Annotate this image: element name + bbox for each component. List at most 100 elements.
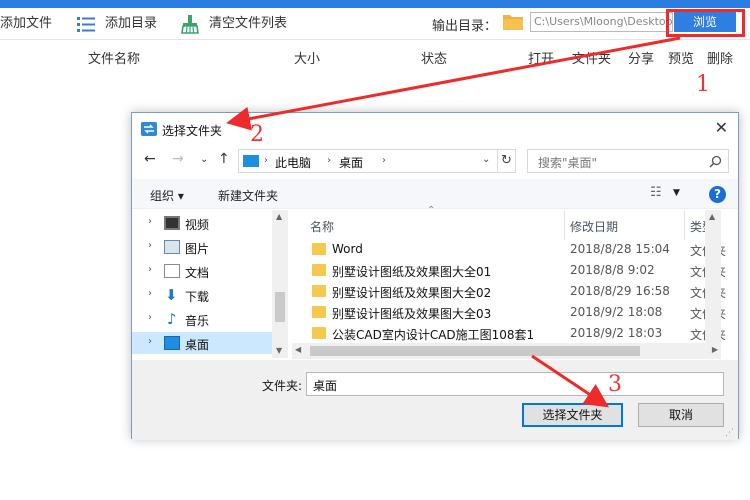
dialog-footer: 文件夹: 桌面 选择文件夹 取消 ⋰ bbox=[132, 360, 738, 440]
nav-item-music[interactable]: › ♪ 音乐 bbox=[132, 308, 272, 330]
address-bar[interactable]: › 此电脑 › 桌面 › ⌄ ↻ bbox=[238, 149, 516, 173]
close-icon[interactable]: ✕ bbox=[715, 119, 728, 137]
resize-grip-icon[interactable]: ⋰ bbox=[725, 428, 734, 438]
column-filename[interactable]: 文件名称 bbox=[88, 48, 140, 67]
file-date: 2018/8/28 15:04 bbox=[570, 242, 670, 256]
breadcrumb-desktop[interactable]: 桌面 bbox=[339, 154, 363, 171]
organize-button[interactable]: 组织 ▾ bbox=[150, 187, 184, 204]
list-item[interactable]: 公装CAD室内设计CAD施工图108套1 2018/9/2 18:03 文件夹 bbox=[292, 323, 726, 344]
scroll-thumb[interactable] bbox=[310, 346, 640, 356]
chevron-right-icon[interactable]: › bbox=[148, 288, 152, 299]
folder-icon bbox=[312, 264, 326, 276]
column-share[interactable]: 分享 bbox=[628, 48, 654, 67]
help-icon[interactable]: ? bbox=[709, 186, 726, 203]
nav-item-desktop[interactable]: › 桌面 bbox=[132, 332, 272, 354]
chevron-down-icon[interactable]: ⌄ bbox=[200, 154, 208, 165]
file-list-header: 文件名称 大小 状态 打开 文件夹 分享 预览 删除 bbox=[0, 41, 750, 71]
chevron-right-icon[interactable]: › bbox=[148, 264, 152, 275]
refresh-icon[interactable]: ↻ bbox=[501, 153, 512, 168]
nav-label: 图片 bbox=[185, 242, 210, 256]
column-open[interactable]: 打开 bbox=[528, 48, 554, 67]
folder-icon bbox=[312, 243, 326, 255]
folder-name-input[interactable]: 桌面 bbox=[306, 372, 724, 396]
list-item[interactable]: 别墅设计图纸及效果图大全02 2018/8/29 16:58 文件夹 bbox=[292, 281, 726, 302]
file-date: 2018/9/2 18:03 bbox=[570, 326, 663, 340]
select-folder-dialog: 选择文件夹 ✕ ← → ⌄ ↑ › 此电脑 › 桌面 › ⌄ ↻ 搜索"桌面" … bbox=[131, 112, 739, 440]
column-delete[interactable]: 删除 bbox=[707, 48, 733, 67]
forward-arrow-icon[interactable]: → bbox=[172, 151, 184, 167]
file-date: 2018/8/29 16:58 bbox=[570, 284, 670, 298]
chevron-right-icon[interactable]: › bbox=[148, 336, 152, 347]
select-folder-button[interactable]: 选择文件夹 bbox=[522, 403, 623, 427]
new-folder-button[interactable]: 新建文件夹 bbox=[218, 187, 278, 204]
nav-label: 文档 bbox=[185, 266, 210, 280]
chevron-right-icon[interactable]: › bbox=[148, 216, 152, 227]
search-placeholder: 搜索"桌面" bbox=[538, 156, 598, 170]
file-name: 公装CAD室内设计CAD施工图108套1 bbox=[332, 328, 535, 342]
list-vertical-scrollbar[interactable]: ▲ bbox=[705, 210, 721, 358]
download-folder-icon: ⬇ bbox=[165, 286, 178, 304]
list-item[interactable]: Word 2018/8/28 15:04 文件夹 bbox=[292, 239, 726, 260]
file-date: 2018/9/2 18:08 bbox=[570, 305, 663, 319]
column-status[interactable]: 状态 bbox=[421, 48, 447, 67]
nav-item-downloads[interactable]: › ⬇ 下载 bbox=[132, 284, 272, 306]
folder-icon bbox=[312, 327, 326, 339]
list-item[interactable]: 别墅设计图纸及效果图大全03 2018/9/2 18:08 文件夹 bbox=[292, 302, 726, 323]
folder-icon[interactable] bbox=[503, 13, 523, 30]
dialog-titlebar[interactable]: 选择文件夹 ✕ bbox=[132, 113, 738, 145]
broom-icon bbox=[181, 15, 199, 34]
scroll-down-icon[interactable]: ▼ bbox=[276, 346, 282, 355]
scroll-thumb[interactable] bbox=[275, 292, 285, 322]
nav-item-pictures[interactable]: › 图片 bbox=[132, 236, 272, 258]
list-icon bbox=[77, 17, 95, 32]
scroll-left-icon[interactable]: ◀ bbox=[295, 345, 301, 354]
header-name[interactable]: 名称 bbox=[310, 218, 334, 235]
list-item[interactable]: 别墅设计图纸及效果图大全01 2018/8/8 9:02 文件夹 bbox=[292, 260, 726, 281]
video-folder-icon bbox=[164, 216, 180, 230]
column-preview[interactable]: 预览 bbox=[668, 48, 694, 67]
chevron-right-icon[interactable]: › bbox=[148, 240, 152, 251]
breadcrumb-separator-icon: › bbox=[264, 155, 268, 166]
back-arrow-icon[interactable]: ← bbox=[144, 151, 156, 167]
scroll-right-icon[interactable]: ▶ bbox=[712, 345, 718, 354]
file-date: 2018/8/8 9:02 bbox=[570, 263, 655, 277]
search-input[interactable]: 搜索"桌面" bbox=[527, 149, 729, 173]
nav-label: 音乐 bbox=[185, 314, 210, 328]
address-row: ← → ⌄ ↑ › 此电脑 › 桌面 › ⌄ ↻ 搜索"桌面" bbox=[132, 147, 738, 175]
file-name: 别墅设计图纸及效果图大全03 bbox=[332, 307, 492, 321]
dialog-title: 选择文件夹 bbox=[162, 124, 223, 138]
top-accent-bar bbox=[0, 0, 750, 8]
output-dir-label: 输出目录： bbox=[432, 19, 498, 34]
breadcrumb-this-pc[interactable]: 此电脑 bbox=[275, 154, 311, 171]
file-name: Word bbox=[332, 242, 363, 256]
view-options-icon[interactable]: ☷ bbox=[650, 185, 662, 200]
header-date[interactable]: 修改日期 bbox=[570, 218, 618, 235]
add-directory-button[interactable]: 添加目录 bbox=[105, 15, 157, 33]
folder-label: 文件夹: bbox=[262, 379, 303, 393]
nav-scrollbar[interactable]: ▲ ▼ bbox=[272, 210, 288, 358]
chevron-right-icon[interactable]: › bbox=[148, 312, 152, 323]
column-size[interactable]: 大小 bbox=[294, 48, 320, 67]
chevron-down-icon[interactable]: ⌄ bbox=[482, 154, 490, 165]
list-horizontal-scrollbar[interactable]: ◀ ▶ bbox=[292, 343, 721, 359]
file-name: 别墅设计图纸及效果图大全01 bbox=[332, 265, 492, 279]
nav-item-documents[interactable]: › 文档 bbox=[132, 260, 272, 282]
up-arrow-icon[interactable]: ↑ bbox=[218, 151, 230, 167]
music-folder-icon: ♪ bbox=[167, 310, 177, 328]
nav-label: 桌面 bbox=[185, 338, 210, 352]
column-folder[interactable]: 文件夹 bbox=[572, 48, 611, 67]
scroll-up-icon[interactable]: ▲ bbox=[276, 212, 282, 221]
picture-folder-icon bbox=[164, 240, 180, 254]
nav-item-videos[interactable]: › 视频 bbox=[132, 212, 272, 234]
scroll-up-icon[interactable]: ▲ bbox=[709, 212, 715, 221]
navigation-pane: › 视频 › 图片 › 文档 › ⬇ 下载 › ♪ 音乐 › 桌面 bbox=[132, 210, 288, 358]
document-folder-icon bbox=[164, 264, 180, 278]
breadcrumb-separator-icon: › bbox=[382, 155, 386, 166]
folder-icon bbox=[312, 285, 326, 297]
clear-list-button[interactable]: 清空文件列表 bbox=[209, 15, 287, 33]
breadcrumb-separator-icon: › bbox=[327, 155, 331, 166]
output-path-input[interactable]: C:\Users\Mloong\Desktop bbox=[530, 12, 673, 32]
cancel-button[interactable]: 取消 bbox=[638, 403, 724, 427]
chevron-down-icon[interactable]: ▼ bbox=[673, 188, 680, 198]
add-file-button[interactable]: 添加文件 bbox=[0, 15, 52, 33]
